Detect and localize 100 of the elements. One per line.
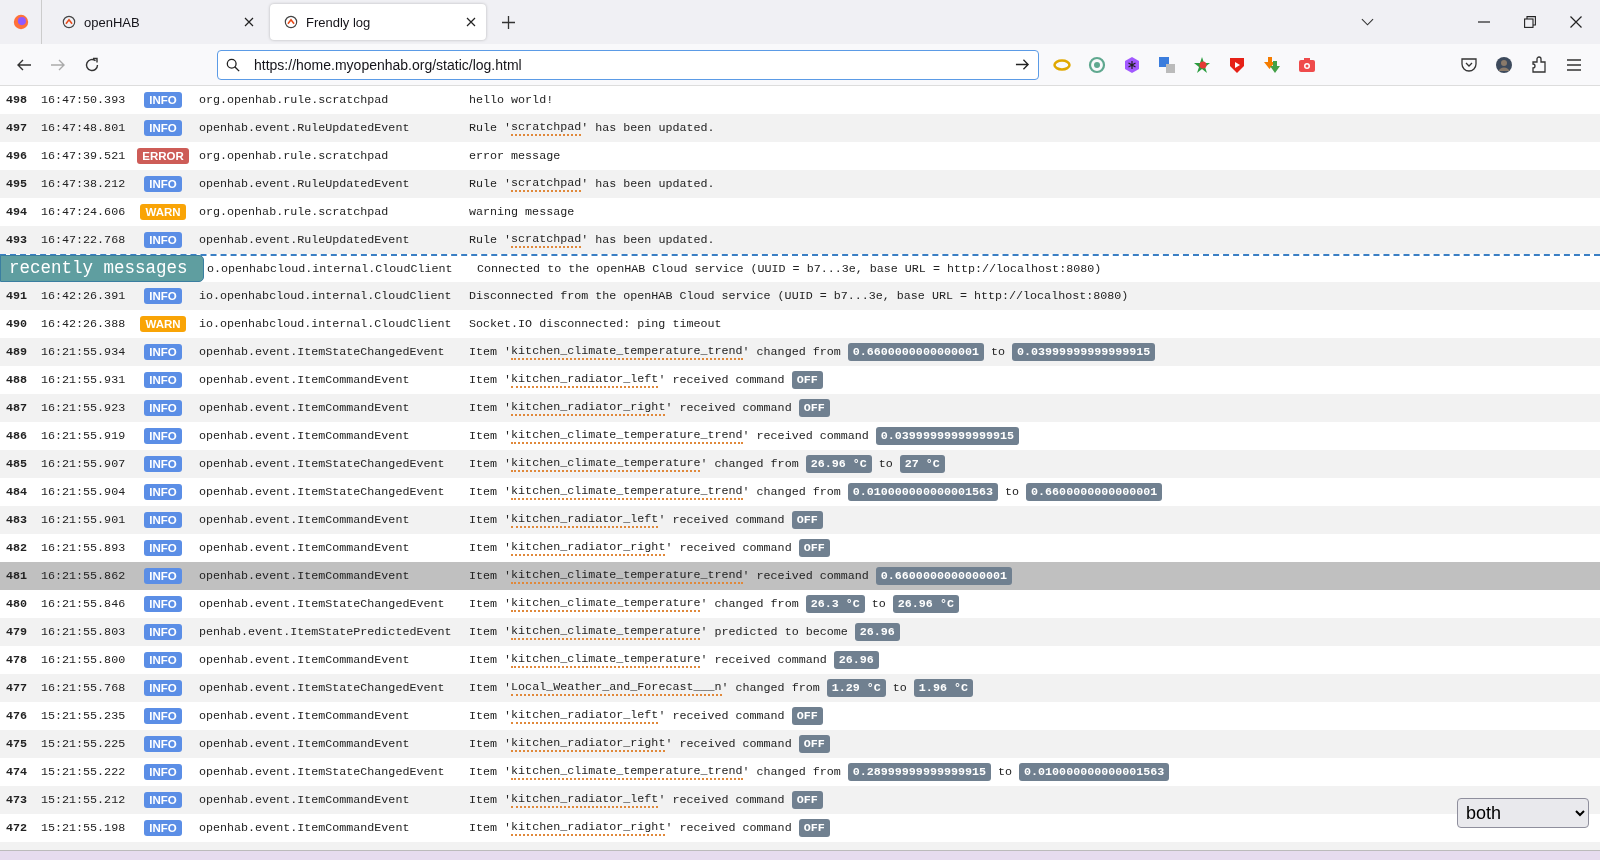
log-row[interactable]: 479 16:21:55.803 INFO penhab.event.ItemStatePredictedEvent Item 'kitchen_climate_temperature' predicted to become 26.96 (0, 618, 1600, 646)
logger-name: openhab.event.ItemStateChangedEvent (199, 345, 446, 359)
timestamp: 16:21:55.800 (41, 653, 127, 667)
avatar-icon[interactable] (1495, 55, 1513, 74)
message-text: ' predicted to become (700, 625, 848, 639)
log-row[interactable]: 493 16:47:22.768 INFO openhab.event.RuleUpdatedEvent Rule 'scratchpad' has been updated. (0, 226, 1600, 254)
message-text: error message (469, 149, 561, 163)
message-text: ' changed from (742, 345, 841, 359)
value-badge: 26.96 °C (892, 595, 959, 613)
item-name: scratchpad (511, 232, 582, 248)
message-text: Item ' (469, 709, 512, 723)
line-number: 490 (6, 317, 29, 331)
browser-logo-icon[interactable] (11, 13, 30, 31)
log-row[interactable]: 495 16:47:38.212 INFO openhab.event.RuleUpdatedEvent Rule 'scratchpad' has been updated. (0, 170, 1600, 198)
browser-tab[interactable]: openHAB (48, 4, 264, 40)
log-row[interactable]: 488 16:21:55.931 INFO openhab.event.ItemCommandEvent Item 'kitchen_radiator_left' received command OFF (0, 366, 1600, 394)
log-row[interactable]: 487 16:21:55.923 INFO openhab.event.ItemCommandEvent Item 'kitchen_radiator_right' received command OFF (0, 394, 1600, 422)
log-row[interactable]: 485 16:21:55.907 INFO openhab.event.ItemStateChangedEvent Item 'kitchen_climate_temperature' changed from 26.96 °C to 27 °C (0, 450, 1600, 478)
reload-icon[interactable] (84, 56, 100, 73)
level-badge: INFO (144, 428, 182, 444)
filter-dropdown[interactable]: both (1457, 798, 1589, 828)
log-row[interactable]: 494 16:47:24.606 WARN org.openhab.rule.scratchpad warning message (0, 198, 1600, 226)
timestamp: 16:21:55.934 (41, 345, 127, 359)
log-row[interactable]: 474 15:21:55.222 INFO openhab.event.ItemStateChangedEvent Item 'kitchen_climate_temperature_trend' changed from 0.28999999999999915 to 0.010000000000001563 (0, 758, 1600, 786)
logger-name: openhab.event.ItemCommandEvent (199, 569, 411, 583)
timestamp: 15:21:55.235 (41, 709, 127, 723)
search-icon (226, 57, 240, 72)
message-text: to (998, 765, 1013, 779)
log-row[interactable]: 481 16:21:55.862 INFO openhab.event.ItemCommandEvent Item 'kitchen_climate_temperature_trend' received command 0.6600000000000001 (0, 562, 1600, 590)
timestamp: 16:47:22.768 (41, 233, 127, 247)
log-row[interactable]: 497 16:47:48.801 INFO openhab.event.RuleUpdatedEvent Rule 'scratchpad' has been updated. (0, 114, 1600, 142)
address-bar[interactable]: https://home.myopenhab.org/static/log.html (217, 49, 1039, 80)
value-badge: 27 °C (899, 455, 945, 473)
item-name: kitchen_climate_temperature_trend (511, 484, 743, 500)
log-row[interactable]: 478 16:21:55.800 INFO openhab.event.ItemCommandEvent Item 'kitchen_climate_temperature' received command 26.96 (0, 646, 1600, 674)
stars-icon[interactable] (1193, 55, 1211, 74)
message-text: Rule ' (469, 177, 512, 191)
log-row[interactable]: 482 16:21:55.893 INFO openhab.event.ItemCommandEvent Item 'kitchen_radiator_right' received command OFF (0, 534, 1600, 562)
value-badge: 0.03999999999999915 (875, 427, 1020, 445)
log-row[interactable]: 475 15:21:55.225 INFO openhab.event.ItemCommandEvent Item 'kitchen_radiator_right' received command OFF (0, 730, 1600, 758)
timestamp: 16:42:26.391 (41, 289, 127, 303)
logger-name: openhab.event.ItemStateChangedEvent (199, 457, 446, 471)
message-text: ' received command (665, 541, 792, 555)
logger-name: openhab.event.ItemCommandEvent (199, 653, 411, 667)
line-number: 488 (6, 373, 29, 387)
log-row[interactable]: 483 16:21:55.901 INFO openhab.event.ItemCommandEvent Item 'kitchen_radiator_left' received command OFF (0, 506, 1600, 534)
camera-icon[interactable] (1298, 55, 1316, 74)
log-row[interactable]: 489 16:21:55.934 INFO openhab.event.ItemStateChangedEvent Item 'kitchen_climate_temperature_trend' changed from 0.6600000000000001 to 0.03999999999999915 (0, 338, 1600, 366)
down-arrows-icon[interactable] (1263, 55, 1281, 74)
log-row[interactable]: 484 16:21:55.904 INFO openhab.event.ItemStateChangedEvent Item 'kitchen_climate_temperature_trend' changed from 0.010000000000001563 to 0.6600000000000001 (0, 478, 1600, 506)
logger-name: openhab.event.ItemCommandEvent (199, 429, 411, 443)
message-text: to (871, 597, 886, 611)
new-tab-icon[interactable] (502, 15, 515, 29)
logger-name: o.openhabcloud.internal.CloudClient (207, 262, 454, 276)
line-number: 473 (6, 793, 29, 807)
log-row[interactable]: 490 16:42:26.388 WARN io.openhabcloud.internal.CloudClient Socket.IO disconnected: ping timeout (0, 310, 1600, 338)
log-row[interactable]: 496 16:47:39.521 ERROR org.openhab.rule.scratchpad error message (0, 142, 1600, 170)
close-icon[interactable] (1570, 16, 1582, 28)
item-name: kitchen_radiator_left (511, 512, 659, 528)
chevron-down-icon[interactable] (1361, 18, 1374, 26)
pocket-icon[interactable] (1460, 55, 1478, 74)
line-number: 497 (6, 121, 29, 135)
log-row[interactable]: 477 16:21:55.768 INFO openhab.event.ItemStateChangedEvent Item 'Local_Weather_and_Forecast___n' changed from 1.29 °C to 1.96 °C (0, 674, 1600, 702)
restore-icon[interactable] (1524, 16, 1536, 28)
logger-name: penhab.event.ItemStatePredictedEvent (199, 625, 453, 639)
log-row[interactable]: 480 16:21:55.846 INFO openhab.event.ItemStateChangedEvent Item 'kitchen_climate_temperature' changed from 26.3 °C to 26.96 °C (0, 590, 1600, 618)
timestamp: 16:21:55.893 (41, 541, 127, 555)
hexagon-icon[interactable] (1123, 55, 1141, 74)
message-text: Item ' (469, 541, 512, 555)
value-badge: OFF (791, 511, 823, 529)
close-icon[interactable] (466, 17, 476, 27)
go-arrow-icon[interactable] (1015, 57, 1030, 72)
log-row[interactable]: 498 16:47:50.393 INFO org.openhab.rule.scratchpad hello world! (0, 86, 1600, 114)
message-text: warning message (469, 205, 575, 219)
log-row[interactable]: 486 16:21:55.919 INFO openhab.event.ItemCommandEvent Item 'kitchen_climate_temperature_trend' received command 0.03999999999999915 (0, 422, 1600, 450)
message-text: to (878, 457, 893, 471)
level-badge: INFO (144, 596, 182, 612)
item-name: kitchen_climate_temperature (511, 456, 701, 472)
level-badge: INFO (144, 120, 182, 136)
close-icon[interactable] (244, 17, 254, 27)
timestamp: 16:21:55.931 (41, 373, 127, 387)
logger-name: openhab.event.ItemStateChangedEvent (199, 765, 446, 779)
timestamp: 16:21:55.919 (41, 429, 127, 443)
log-row[interactable]: 491 16:42:26.391 INFO io.openhabcloud.internal.CloudClient Disconnected from the openHAB Cloud service (UUID = b7...3e, base URL = http://localhost:8080) (0, 282, 1600, 310)
timestamp: 16:21:55.907 (41, 457, 127, 471)
browser-tab[interactable]: Frendly log (270, 4, 486, 40)
play-shield-icon[interactable] (1228, 55, 1246, 74)
timestamp: 15:21:55.222 (41, 765, 127, 779)
circle-icon[interactable] (1088, 55, 1106, 74)
value-badge: 0.03999999999999915 (1012, 343, 1156, 361)
level-badge: INFO (144, 288, 182, 304)
log-row[interactable]: 476 15:21:55.235 INFO openhab.event.ItemCommandEvent Item 'kitchen_radiator_left' received command OFF (0, 702, 1600, 730)
timestamp: 16:21:55.846 (41, 597, 127, 611)
message-text: ' received command (665, 821, 792, 835)
timestamp: 16:21:55.768 (41, 681, 127, 695)
puzzle-icon[interactable] (1530, 55, 1548, 74)
level-badge: INFO (144, 92, 182, 108)
message-text: Socket.IO disconnected: ping timeout (469, 317, 722, 331)
message-text: Item ' (469, 373, 512, 387)
level-badge: INFO (144, 232, 182, 248)
